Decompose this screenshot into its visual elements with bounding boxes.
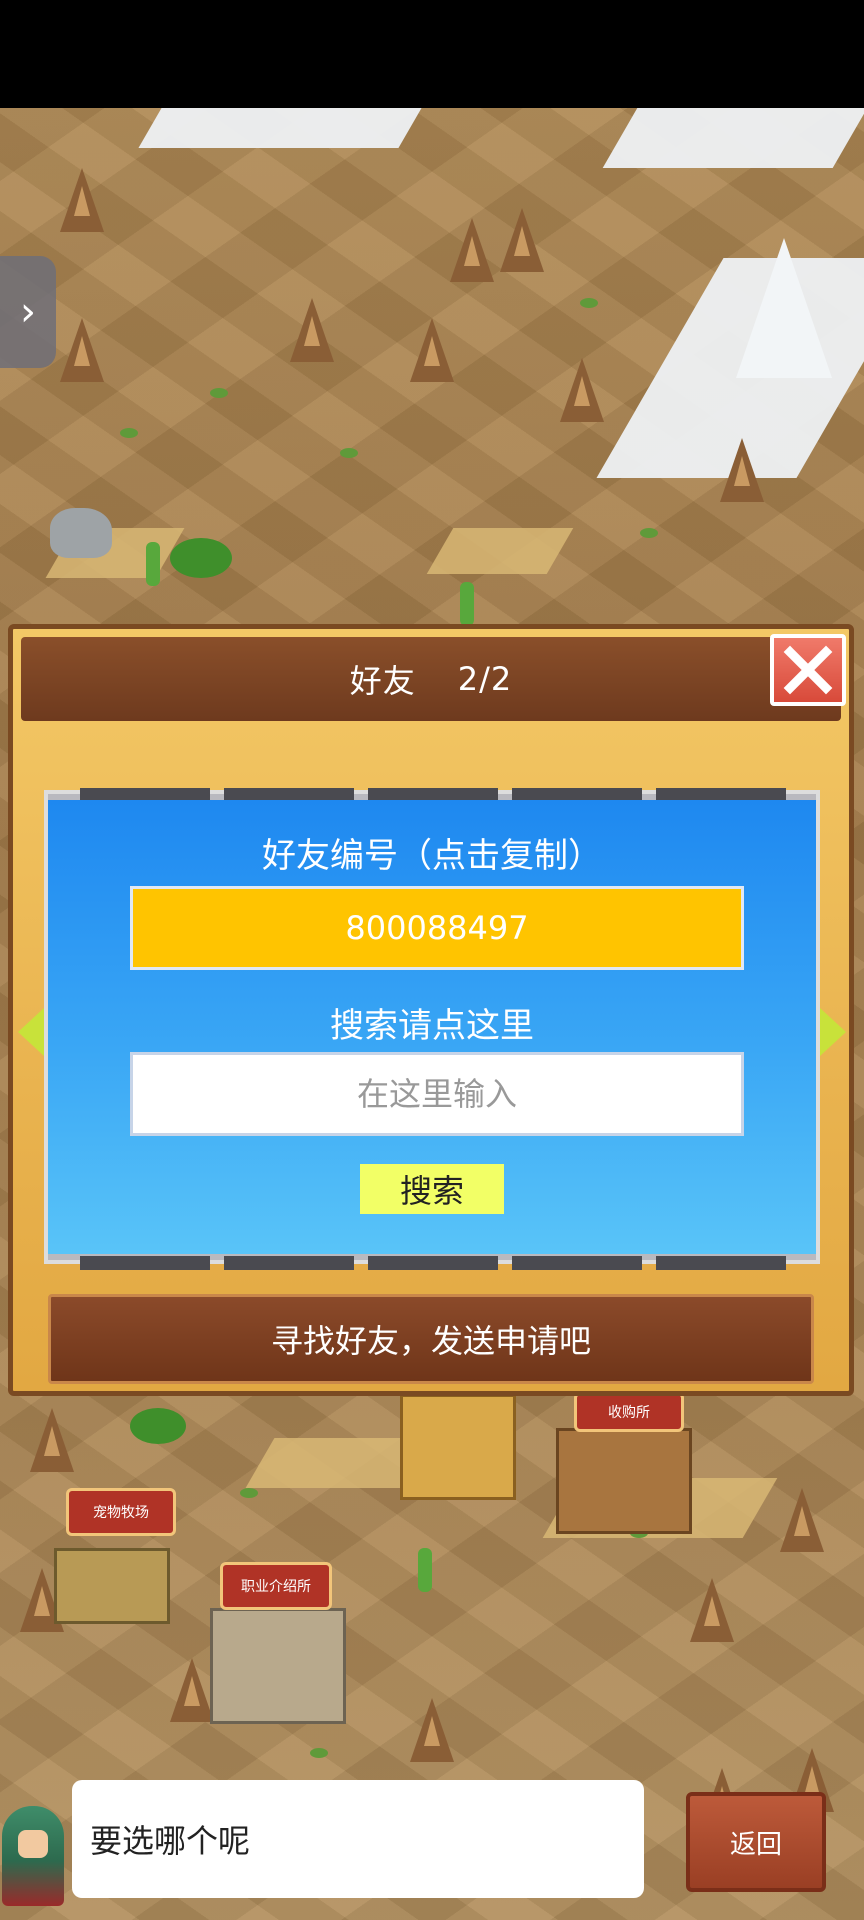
friend-id-value: 800088497 — [345, 909, 529, 947]
rock-spire — [500, 208, 544, 272]
tab-stub — [80, 1256, 210, 1270]
close-button[interactable] — [770, 634, 846, 706]
rock-spire — [30, 1408, 74, 1472]
dialog-header: 好友 2/2 — [21, 637, 841, 721]
cactus — [460, 582, 474, 626]
shrub — [640, 528, 658, 538]
snow-patch — [602, 108, 864, 168]
chevron-right-icon: › — [20, 289, 36, 335]
tab-stub — [368, 1256, 498, 1270]
snow-patch — [138, 108, 422, 148]
rock-spire — [780, 1488, 824, 1552]
tab-stub — [656, 1256, 786, 1270]
purchase-shop-building[interactable] — [556, 1428, 692, 1534]
shrub — [240, 1488, 258, 1498]
palm-tree — [170, 538, 232, 578]
job-center-building[interactable] — [210, 1608, 346, 1724]
sand-patch — [426, 528, 574, 574]
message-text: 要选哪个呢 — [90, 1822, 251, 1860]
friend-id-label: 好友编号（点击复制） — [262, 836, 602, 876]
rock-spire — [290, 298, 334, 362]
rock-spire — [60, 318, 104, 382]
status-bar — [0, 0, 864, 108]
close-icon — [783, 645, 833, 695]
dialog-title: 好友 — [349, 662, 416, 700]
rock-spire — [690, 1578, 734, 1642]
dialog-title-bar: 好友 2/2 — [21, 637, 841, 721]
shrub — [210, 388, 228, 398]
rock-spire — [450, 218, 494, 282]
send-request-text: 寻找好友，发送申请吧 — [270, 1322, 591, 1360]
ranch-building[interactable] — [54, 1548, 170, 1624]
search-label: 搜索请点这里 — [330, 1006, 534, 1046]
arrow-right-icon[interactable] — [820, 1008, 846, 1056]
shrub — [340, 448, 358, 458]
arrow-left-icon[interactable] — [18, 1008, 44, 1056]
boulder — [50, 508, 112, 558]
cactus — [146, 542, 160, 586]
message-box: 要选哪个呢 — [72, 1780, 644, 1898]
shrub — [580, 298, 598, 308]
page-indicator: 2/2 — [457, 660, 513, 698]
snowy-pine-tree — [736, 238, 832, 378]
friend-id-copy-box[interactable]: 800088497 — [130, 886, 744, 970]
shrub — [120, 428, 138, 438]
tab-stub — [224, 1256, 354, 1270]
rock-spire — [60, 168, 104, 232]
palm-tree — [130, 1408, 186, 1444]
temple-building[interactable] — [400, 1394, 516, 1500]
rock-spire — [410, 1698, 454, 1762]
job-center-sign[interactable]: 职业介绍所 — [220, 1562, 332, 1610]
back-button[interactable]: 返回 — [686, 1792, 826, 1892]
send-request-banner: 寻找好友，发送申请吧 — [48, 1294, 814, 1384]
tab-stub — [512, 1256, 642, 1270]
rock-spire — [560, 358, 604, 422]
back-button-label: 返回 — [729, 1829, 782, 1860]
cactus — [418, 1548, 432, 1592]
rock-spire — [410, 318, 454, 382]
rock-spire — [720, 438, 764, 502]
shrub — [310, 1748, 328, 1758]
rock-spire — [170, 1658, 214, 1722]
search-input[interactable] — [130, 1052, 744, 1136]
side-menu-toggle[interactable]: › — [0, 256, 56, 368]
purchase-shop-sign[interactable]: 收购所 — [574, 1392, 684, 1432]
avatar — [2, 1806, 64, 1906]
search-button-label: 搜索 — [399, 1172, 464, 1210]
pet-ranch-sign[interactable]: 宠物牧场 — [66, 1488, 176, 1536]
search-button[interactable]: 搜索 — [360, 1164, 504, 1214]
